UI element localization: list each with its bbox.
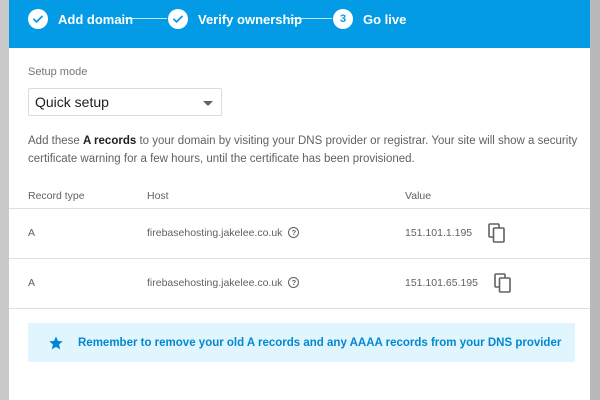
table-header: Record type Host Value	[9, 182, 590, 209]
step-verify-ownership: Verify ownership	[168, 7, 302, 31]
a-records-emphasis: A records	[82, 135, 137, 147]
column-header-value: Value	[405, 190, 432, 202]
check-icon	[28, 9, 48, 29]
go-live-dialog: Add domain Verify ownership 3 Go live Se…	[9, 0, 590, 400]
copy-icon[interactable]	[488, 223, 506, 243]
dropdown-arrow-icon	[203, 101, 213, 106]
dns-records-table: Record type Host Value A firebasehosting…	[9, 182, 590, 309]
step-connector	[290, 18, 332, 19]
value-cell: 151.101.65.195	[405, 277, 478, 289]
setup-mode-value: Quick setup	[35, 94, 109, 110]
host-cell: firebasehosting.jakelee.co.uk?	[147, 277, 300, 289]
step-connector	[125, 18, 167, 19]
column-header-record-type: Record type	[28, 190, 85, 202]
value-cell: 151.101.1.195	[405, 227, 473, 239]
check-icon	[168, 9, 188, 29]
record-type-cell: A	[28, 277, 36, 289]
setup-mode-label: Setup mode	[28, 66, 88, 78]
step-number-badge: 3	[333, 9, 353, 29]
step-label: Go live	[363, 11, 407, 27]
help-icon[interactable]: ?	[288, 227, 300, 238]
stepper: Add domain Verify ownership 3 Go live	[9, 0, 590, 48]
step-label: Verify ownership	[198, 11, 303, 27]
notice-text: Remember to remove your old A records an…	[78, 336, 562, 349]
star-icon	[49, 335, 63, 349]
column-header-host: Host	[147, 190, 169, 202]
host-cell: firebasehosting.jakelee.co.uk?	[147, 227, 300, 239]
step-label: Add domain	[58, 11, 134, 27]
step-go-live: 3 Go live	[333, 7, 406, 31]
background-left-edge	[0, 0, 9, 400]
background-right-edge	[590, 0, 600, 400]
table-row: A firebasehosting.jakelee.co.uk? 151.101…	[9, 209, 590, 259]
record-type-cell: A	[28, 227, 36, 239]
copy-icon[interactable]	[494, 273, 512, 293]
step-add-domain: Add domain	[28, 7, 133, 31]
setup-mode-select[interactable]: Quick setup	[28, 88, 222, 116]
instructions-text: Add these A records to your domain by vi…	[28, 135, 578, 165]
table-row: A firebasehosting.jakelee.co.uk? 151.101…	[9, 259, 590, 309]
step-number: 3	[339, 13, 347, 25]
dns-notice-banner: Remember to remove your old A records an…	[28, 323, 575, 362]
help-icon[interactable]: ?	[288, 277, 300, 288]
